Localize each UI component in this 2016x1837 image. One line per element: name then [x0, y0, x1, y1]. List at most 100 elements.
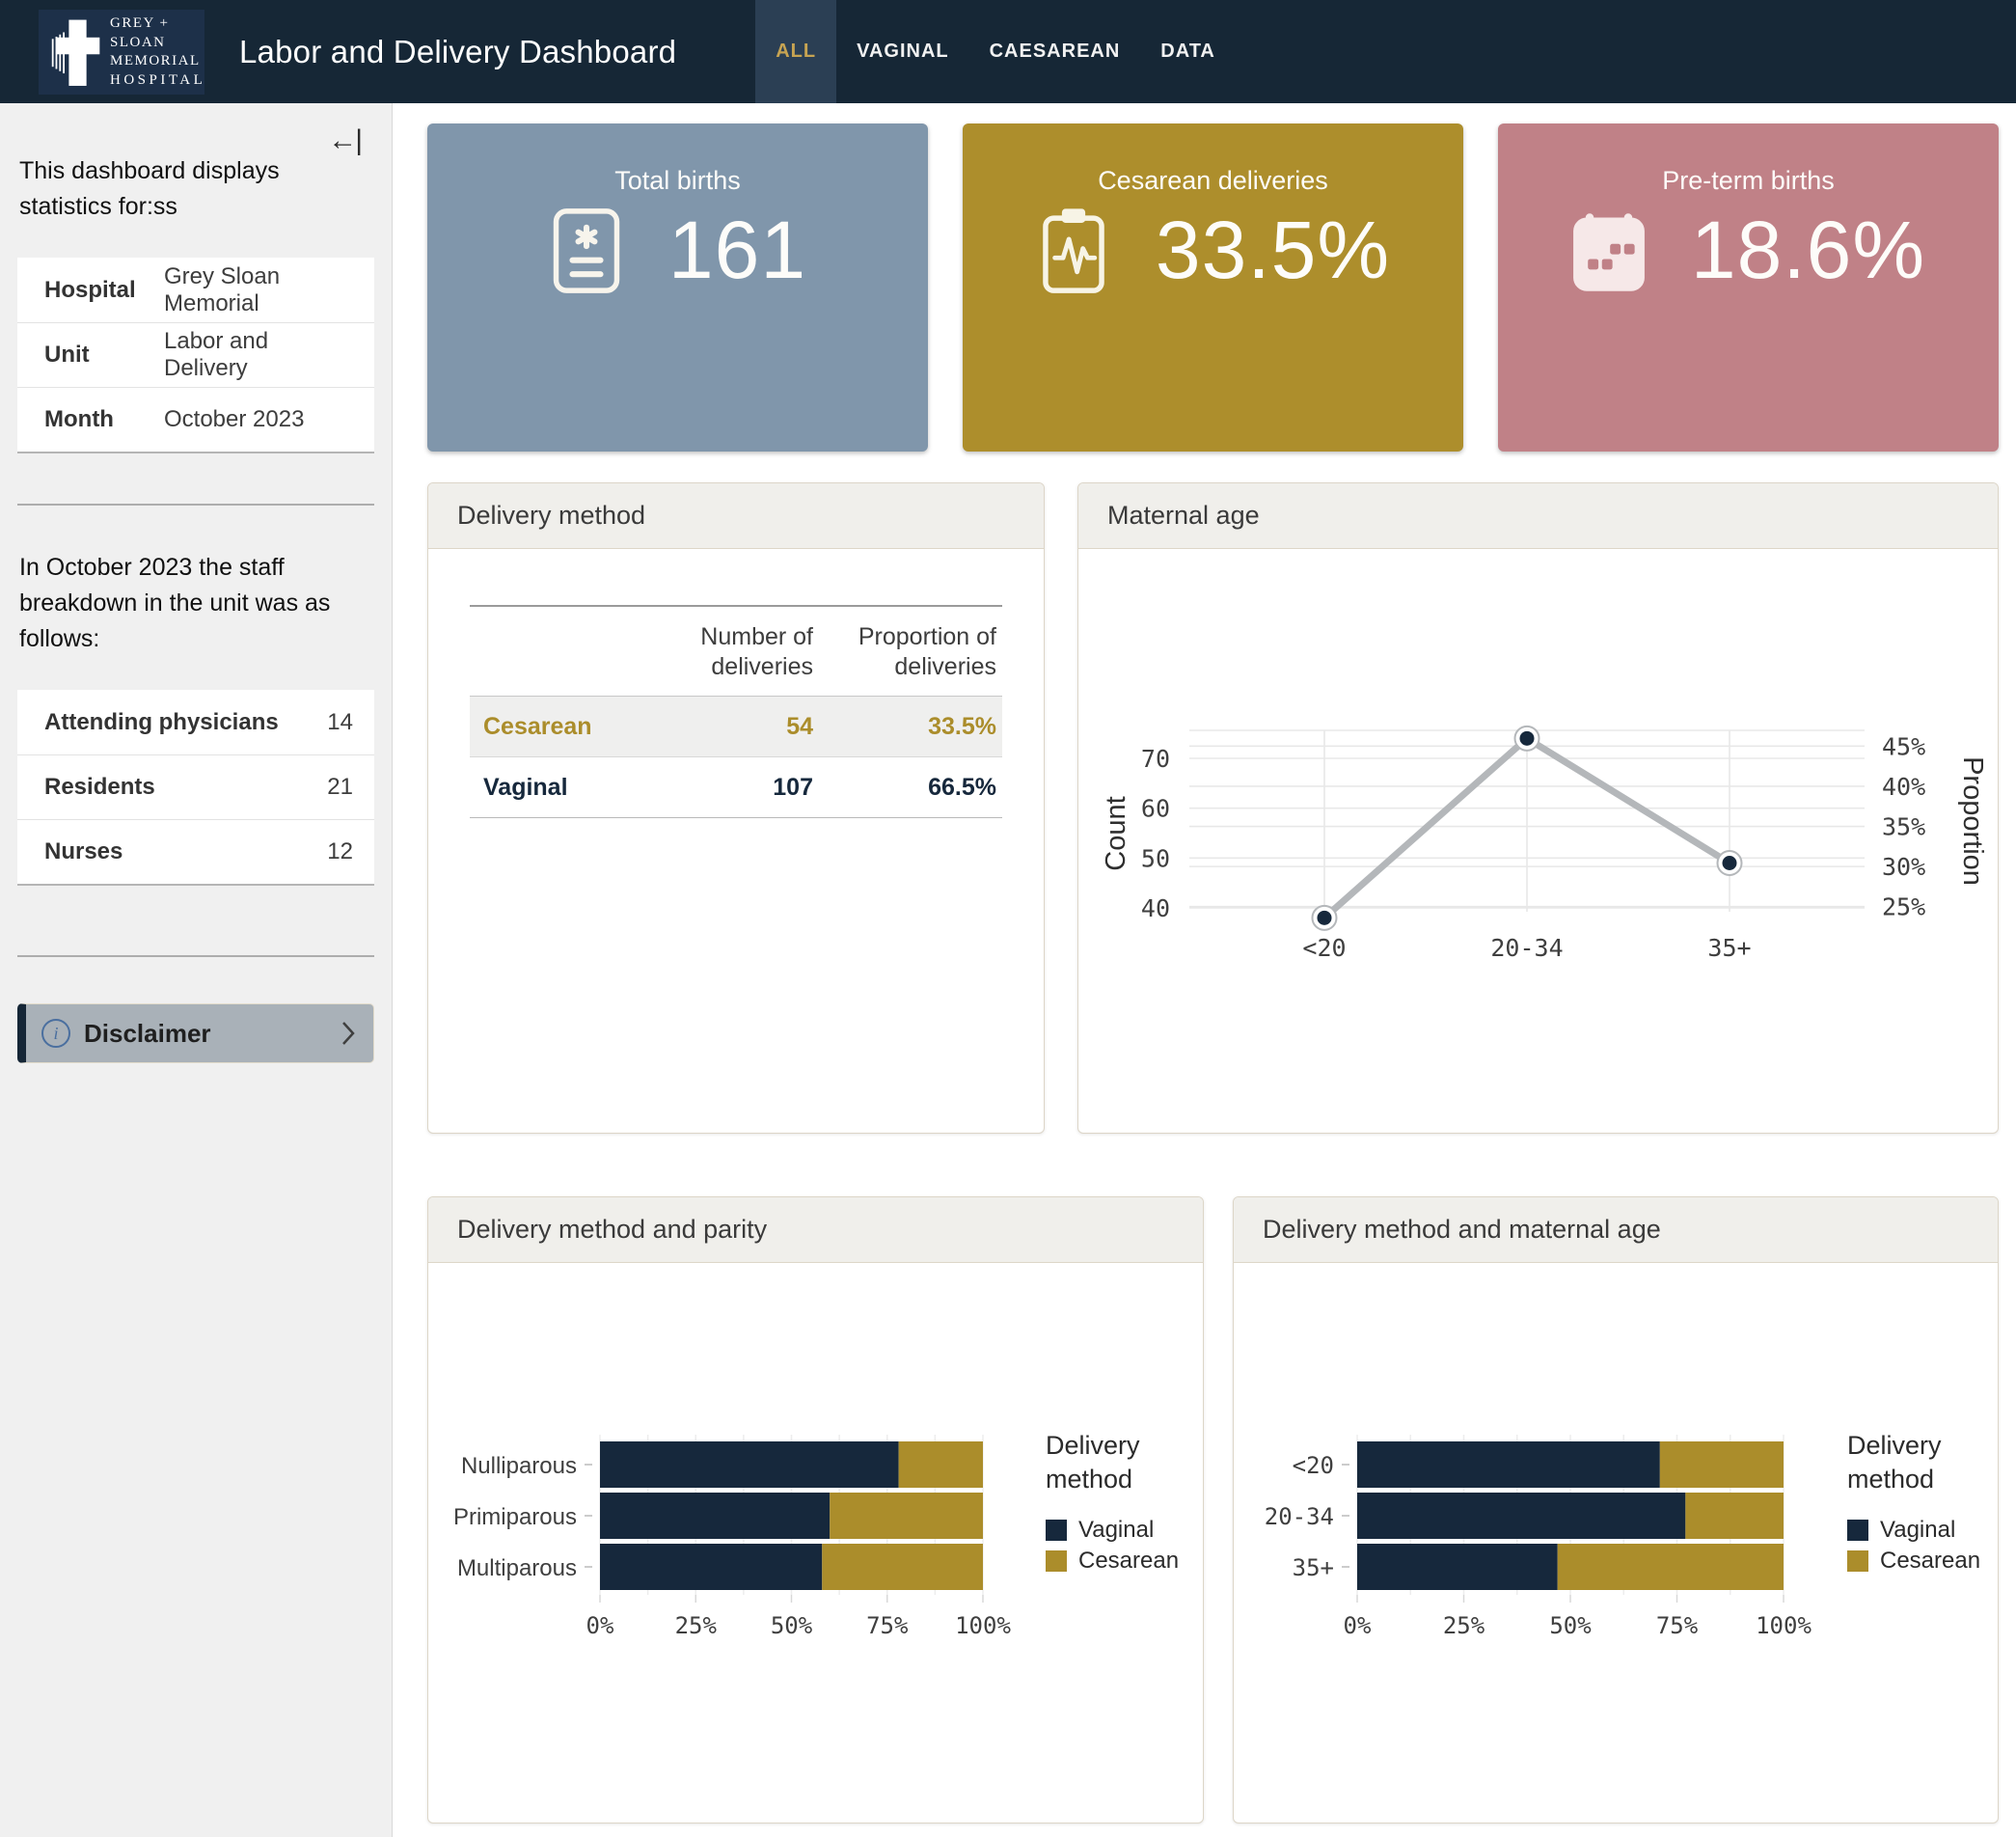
tab-all[interactable]: ALL [755, 0, 836, 103]
panel-header: Delivery method and maternal age [1234, 1197, 1998, 1263]
svg-text:25%: 25% [1882, 893, 1925, 921]
svg-text:35%: 35% [1882, 813, 1925, 841]
cell-proportion: 33.5% [813, 713, 1002, 741]
svg-text:Delivery: Delivery [1046, 1431, 1140, 1460]
svg-text:60: 60 [1141, 795, 1170, 823]
kpi-value: 18.6% [1691, 204, 1925, 297]
svg-text:35+: 35+ [1293, 1554, 1334, 1581]
cell-number: 107 [644, 774, 813, 802]
kpi-title: Total births [427, 123, 928, 196]
svg-text:75%: 75% [866, 1612, 909, 1639]
staff-intro-text: In October 2023 the staff breakdown in t… [19, 550, 374, 657]
svg-text:20-34: 20-34 [1265, 1503, 1334, 1530]
svg-text:Cesarean: Cesarean [1880, 1548, 1980, 1574]
clipboard-pulse-icon [1036, 206, 1111, 295]
table-row: Hospital Grey Sloan Memorial [17, 258, 374, 322]
hospital-logo-text: GREY + SLOAN MEMORIAL HOSPITAL [110, 14, 205, 90]
info-label: Unit [44, 342, 158, 369]
collapse-sidebar-icon[interactable]: ←| [328, 126, 361, 144]
svg-text:35+: 35+ [1707, 934, 1751, 962]
table-header-row: Number of deliveries Proportion of deliv… [470, 607, 1002, 697]
table-row: Month October 2023 [17, 387, 374, 452]
svg-text:Proportion: Proportion [1957, 756, 1988, 886]
delivery-method-panel: Delivery method Number of deliveries Pro… [427, 482, 1045, 1134]
kpi-title: Pre-term births [1498, 123, 1999, 196]
svg-text:45%: 45% [1882, 732, 1925, 760]
tab-data[interactable]: DATA [1140, 0, 1236, 103]
svg-text:100%: 100% [1756, 1612, 1812, 1639]
svg-text:<20: <20 [1302, 934, 1346, 962]
info-label: Hospital [44, 277, 158, 304]
tab-caesarean[interactable]: CAESAREAN [969, 0, 1141, 103]
disclaimer-button[interactable]: i Disclaimer [17, 1003, 374, 1063]
row-label: Vaginal [470, 774, 644, 802]
row-label: Cesarean [470, 713, 644, 741]
cell-number: 54 [644, 713, 813, 741]
kpi-card-cesarean-deliveries: Cesarean deliveries 33.5% [963, 123, 1463, 452]
kpi-title: Cesarean deliveries [963, 123, 1463, 196]
hospital-logo: GREY + SLOAN MEMORIAL HOSPITAL [39, 10, 204, 95]
svg-text:70: 70 [1141, 745, 1170, 773]
svg-text:Count: Count [1101, 796, 1131, 870]
svg-text:20-34: 20-34 [1490, 934, 1563, 962]
column-header: Proportion of deliveries [813, 622, 1002, 682]
svg-text:Vaginal: Vaginal [1078, 1517, 1154, 1543]
info-value: Grey Sloan Memorial [164, 263, 353, 317]
top-navbar: GREY + SLOAN MEMORIAL HOSPITAL Labor and… [0, 0, 2016, 103]
kpi-value: 33.5% [1156, 204, 1390, 297]
svg-text:method: method [1046, 1465, 1132, 1494]
panel-title: Maternal age [1107, 501, 1260, 531]
svg-text:50%: 50% [771, 1612, 813, 1639]
panel-header: Maternal age [1078, 483, 1998, 549]
delivery-maternal-age-bar-chart[interactable]: 0%25%50%75%100%<2020-3435+Deliverymethod… [1234, 1263, 1998, 1823]
svg-text:40%: 40% [1882, 773, 1925, 801]
svg-text:50%: 50% [1549, 1612, 1592, 1639]
svg-text:Delivery: Delivery [1847, 1431, 1942, 1460]
table-row: Attending physicians 14 [17, 690, 374, 754]
staff-value: 21 [327, 774, 353, 801]
page-title: Labor and Delivery Dashboard [239, 34, 676, 70]
staff-value: 12 [327, 838, 353, 865]
info-icon: i [41, 1019, 70, 1048]
table-row: Unit Labor and Delivery [17, 322, 374, 387]
main-content: Total births 161 [393, 103, 2016, 1837]
kpi-card-total-births: Total births 161 [427, 123, 928, 452]
svg-text:Nulliparous: Nulliparous [461, 1453, 577, 1479]
staff-label: Attending physicians [44, 709, 327, 736]
table-row: Vaginal 107 66.5% [470, 756, 1002, 817]
logo-line: MEMORIAL [110, 52, 205, 71]
panel-header: Delivery method and parity [428, 1197, 1203, 1263]
calendar-icon [1571, 206, 1647, 295]
birth-certificate-icon [549, 206, 624, 295]
kpi-cards: Total births 161 [427, 123, 1999, 452]
delivery-parity-bar-chart[interactable]: 0%25%50%75%100%NulliparousPrimiparousMul… [428, 1263, 1203, 1823]
logo-line: GREY + SLOAN [110, 14, 205, 52]
svg-text:0%: 0% [586, 1612, 614, 1639]
info-value: October 2023 [164, 406, 304, 433]
sidebar-intro-text: This dashboard displays statistics for:s… [19, 153, 374, 225]
tab-vaginal[interactable]: VAGINAL [836, 0, 969, 103]
panel-header: Delivery method [428, 483, 1044, 549]
svg-text:Primiparous: Primiparous [453, 1504, 577, 1530]
staff-label: Residents [44, 774, 327, 801]
sidebar-divider [17, 504, 374, 506]
svg-text:method: method [1847, 1465, 1934, 1494]
svg-text:30%: 30% [1882, 853, 1925, 881]
chevron-right-icon [341, 1020, 356, 1047]
panel-title: Delivery method and maternal age [1263, 1215, 1661, 1245]
cell-proportion: 66.5% [813, 774, 1002, 802]
info-value: Labor and Delivery [164, 328, 353, 382]
svg-text:75%: 75% [1656, 1612, 1699, 1639]
svg-text:25%: 25% [675, 1612, 718, 1639]
maternal-age-line-chart[interactable]: 4050607025%30%35%40%45%<2020-3435+CountP… [1078, 549, 1998, 1133]
table-row: Nurses 12 [17, 819, 374, 884]
staff-table: Attending physicians 14 Residents 21 Nur… [17, 690, 374, 886]
delivery-maternal-age-panel: Delivery method and maternal age 0%25%50… [1233, 1196, 1999, 1823]
svg-text:Cesarean: Cesarean [1078, 1548, 1179, 1574]
panel-title: Delivery method [457, 501, 645, 531]
panel-title: Delivery method and parity [457, 1215, 767, 1245]
svg-text:Vaginal: Vaginal [1880, 1517, 1955, 1543]
kpi-value: 161 [668, 204, 806, 297]
kpi-card-preterm-births: Pre-term births 18.6% [1498, 123, 1999, 452]
svg-text:100%: 100% [955, 1612, 1011, 1639]
